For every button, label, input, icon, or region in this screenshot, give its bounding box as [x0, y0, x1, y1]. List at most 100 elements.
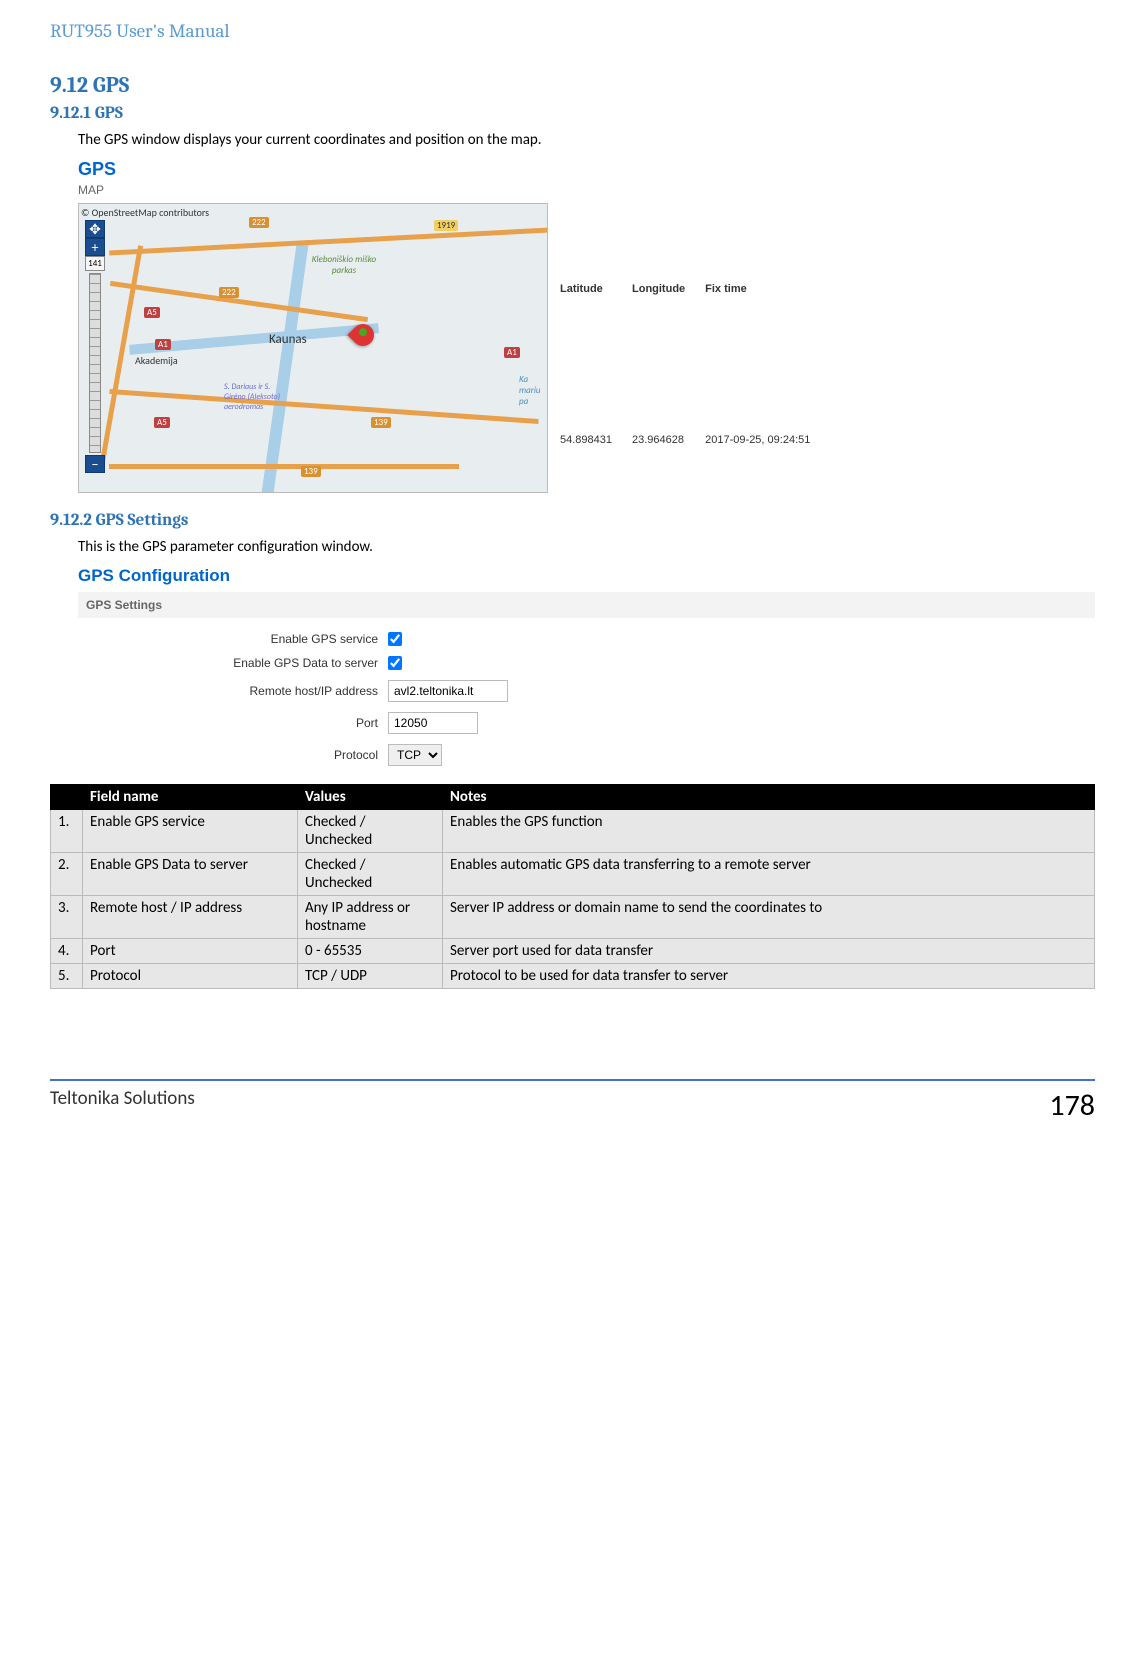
- table-row: 2.Enable GPS Data to serverChecked / Unc…: [51, 853, 1095, 896]
- gps-settings-label: GPS Settings: [78, 592, 1095, 618]
- road-label: 222: [249, 217, 269, 228]
- table-cell: 1.: [51, 810, 83, 853]
- table-row: 5.ProtocolTCP / UDPProtocol to be used f…: [51, 964, 1095, 989]
- footer-rule: [50, 1079, 1095, 1081]
- city-label: Kaunas: [269, 332, 307, 347]
- table-cell: Port: [83, 939, 298, 964]
- map-road: [109, 389, 538, 424]
- map-river: [261, 244, 308, 493]
- table-cell: Protocol: [83, 964, 298, 989]
- table-cell: Enable GPS Data to server: [83, 853, 298, 896]
- road-label: 1919: [434, 220, 458, 231]
- table-cell: Enable GPS service: [83, 810, 298, 853]
- coord-header-lat: Latitude: [560, 205, 630, 390]
- section-num: 9.12: [50, 72, 88, 98]
- city-label: Akademija: [135, 354, 178, 367]
- table-cell: 4.: [51, 939, 83, 964]
- label-port: Port: [78, 716, 388, 730]
- form-row-protocol: Protocol TCP: [78, 744, 1095, 766]
- table-row: 3.Remote host / IP addressAny IP address…: [51, 896, 1095, 939]
- label-remote: Remote host/IP address: [78, 684, 388, 698]
- zoom-in-button[interactable]: +: [85, 238, 105, 256]
- gps-config-panel: GPS Configuration GPS Settings Enable GP…: [78, 566, 1095, 766]
- coord-lat: 54.898431: [560, 392, 630, 491]
- table-row: 1.Enable GPS serviceChecked / UncheckedE…: [51, 810, 1095, 853]
- section-heading: 9.12 GPS: [50, 72, 1095, 98]
- sub1-intro: The GPS window displays your current coo…: [50, 131, 1095, 149]
- table-cell: Checked / Unchecked: [298, 853, 443, 896]
- map-section-label: MAP: [78, 183, 1095, 197]
- map-road: [109, 464, 459, 469]
- doc-title: RUT955 User's Manual: [50, 20, 1095, 42]
- road-label: 139: [301, 466, 321, 477]
- zoom-out-button[interactable]: −: [85, 455, 105, 473]
- form-row-remote: Remote host/IP address: [78, 680, 1095, 702]
- table-cell: Enables the GPS function: [443, 810, 1095, 853]
- table-cell: Any IP address or hostname: [298, 896, 443, 939]
- table-cell: 3.: [51, 896, 83, 939]
- label-protocol: Protocol: [78, 748, 388, 762]
- table-cell: TCP / UDP: [298, 964, 443, 989]
- zoom-slider[interactable]: [89, 273, 101, 453]
- form-row-port: Port: [78, 712, 1095, 734]
- road-label: 222: [219, 287, 239, 298]
- th-blank: [51, 785, 83, 810]
- select-protocol[interactable]: TCP: [388, 744, 442, 766]
- footer-page-number: 178: [1049, 1087, 1095, 1124]
- subsection-1-heading: 9.12.1 GPS: [50, 104, 1095, 123]
- zoom-pan-icon[interactable]: ✥: [85, 220, 105, 238]
- sub1-name: GPS: [95, 104, 123, 123]
- subsection-2-heading: 9.12.2 GPS Settings: [50, 511, 1095, 530]
- road-label: A5: [154, 417, 170, 428]
- description-table: Field name Values Notes 1.Enable GPS ser…: [50, 784, 1095, 989]
- footer-company: Teltonika Solutions: [50, 1087, 195, 1124]
- road-label: A1: [504, 347, 520, 358]
- section-name: GPS: [93, 72, 129, 98]
- table-cell: Server IP address or domain name to send…: [443, 896, 1095, 939]
- zoom-control: ✥ + 141 −: [85, 220, 105, 473]
- input-port[interactable]: [388, 712, 478, 734]
- table-row: 54.898431 23.964628 2017-09-25, 09:24:51: [560, 392, 828, 491]
- coordinates-table: Latitude Longitude Fix time 54.898431 23…: [558, 203, 830, 493]
- map-copyright: © OpenStreetMap contributors: [81, 206, 209, 219]
- sub2-name: GPS Settings: [96, 511, 189, 530]
- table-row: 4.Port0 - 65535Server port used for data…: [51, 939, 1095, 964]
- coord-fix: 2017-09-25, 09:24:51: [705, 392, 828, 491]
- zoom-level: 141: [85, 256, 105, 271]
- airport-label: S. Dariaus ir S. Girėno (Aleksoto) aerod…: [224, 382, 289, 412]
- sub2-intro: This is the GPS parameter configuration …: [50, 538, 1095, 556]
- gps-panel: GPS MAP © OpenStreetMap contributors ✥ +…: [78, 159, 1095, 493]
- table-cell: Protocol to be used for data transfer to…: [443, 964, 1095, 989]
- checkbox-enable-service[interactable]: [388, 632, 402, 646]
- label-enable-data: Enable GPS Data to server: [78, 656, 388, 670]
- table-cell: Server port used for data transfer: [443, 939, 1095, 964]
- th-notes: Notes: [443, 785, 1095, 810]
- park-label: Kleboniškio miško parkas: [309, 254, 379, 276]
- table-cell: Remote host / IP address: [83, 896, 298, 939]
- coord-lon: 23.964628: [632, 392, 703, 491]
- th-values: Values: [298, 785, 443, 810]
- coast-label: Ka mariu pa: [519, 374, 548, 407]
- road-label: A1: [155, 339, 171, 350]
- input-remote-host[interactable]: [388, 680, 508, 702]
- form-row-enable-data: Enable GPS Data to server: [78, 656, 1095, 670]
- sub1-num: 9.12.1: [50, 104, 91, 123]
- gps-config-title: GPS Configuration: [78, 566, 1095, 586]
- form-row-enable-service: Enable GPS service: [78, 632, 1095, 646]
- coord-header-lon: Longitude: [632, 205, 703, 390]
- sub2-num: 9.12.2: [50, 511, 92, 530]
- gps-panel-title: GPS: [78, 159, 1095, 180]
- page-footer: Teltonika Solutions 178: [50, 1087, 1095, 1124]
- map-container[interactable]: © OpenStreetMap contributors ✥ + 141 − 2…: [78, 203, 548, 493]
- table-cell: Checked / Unchecked: [298, 810, 443, 853]
- table-cell: 5.: [51, 964, 83, 989]
- table-cell: 0 - 65535: [298, 939, 443, 964]
- th-field: Field name: [83, 785, 298, 810]
- table-cell: 2.: [51, 853, 83, 896]
- map-road: [109, 227, 548, 255]
- checkbox-enable-data[interactable]: [388, 656, 402, 670]
- coord-header-fix: Fix time: [705, 205, 828, 390]
- table-cell: Enables automatic GPS data transferring …: [443, 853, 1095, 896]
- label-enable-service: Enable GPS service: [78, 632, 388, 646]
- road-label: 139: [371, 417, 391, 428]
